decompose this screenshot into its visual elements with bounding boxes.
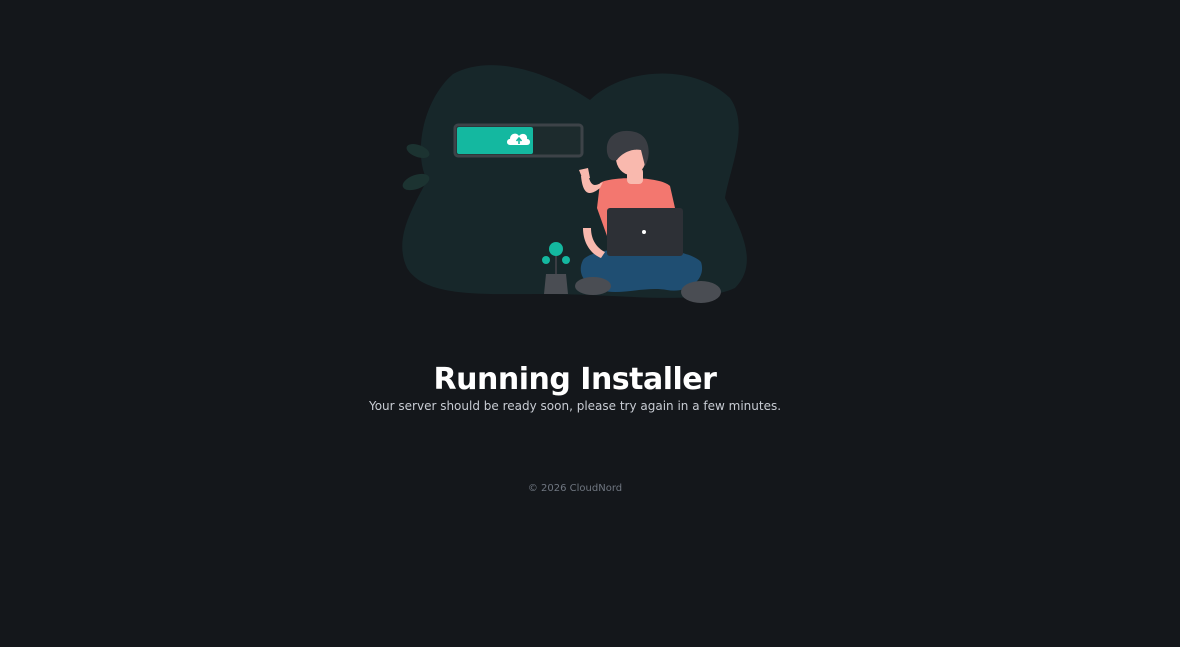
progress-bar [453,123,584,158]
installer-illustration [402,65,747,303]
installer-page: Running Installer Your server should be … [0,0,1180,647]
status-message: Your server should be ready soon, please… [368,399,782,413]
copyright-footer: © 2026 CloudNord [527,483,623,494]
page-title: Running Installer [433,362,717,398]
